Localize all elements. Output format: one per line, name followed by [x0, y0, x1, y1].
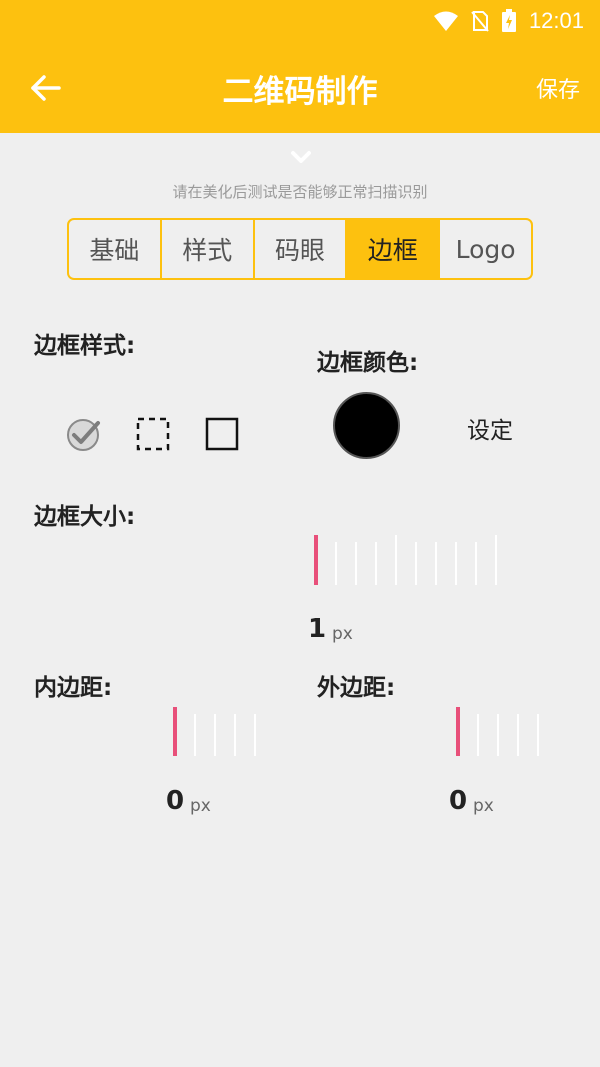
border-size-ruler[interactable] [312, 532, 508, 588]
margin-value: 0 [449, 786, 468, 816]
set-color-button[interactable]: 设定 [467, 411, 513, 445]
margin-ruler[interactable] [454, 704, 550, 758]
app-bar: 12:01 二维码制作 保存 [0, 0, 600, 133]
no-sim-icon [471, 11, 489, 32]
status-bar: 12:01 [0, 0, 600, 42]
tab-bar: 基础 样式 码眼 边框 Logo [67, 218, 533, 280]
border-style-solid-icon[interactable] [205, 417, 239, 451]
tab-eye[interactable]: 码眼 [255, 220, 348, 278]
border-size-value: 1 [308, 614, 327, 644]
border-size-unit: px [332, 624, 353, 644]
wifi-icon [433, 11, 458, 31]
battery-charging-icon [501, 9, 516, 32]
margin-unit: px [473, 796, 494, 816]
save-button[interactable]: 保存 [536, 72, 580, 104]
page-title: 二维码制作 [222, 74, 378, 110]
status-time: 12:01 [528, 8, 584, 33]
scan-hint: 请在美化后测试是否能够正常扫描识别 [172, 183, 428, 201]
border-style-dashed-icon[interactable] [136, 417, 170, 451]
padding-value: 0 [166, 786, 185, 816]
border-color-swatch[interactable] [333, 392, 400, 459]
tab-basic[interactable]: 基础 [69, 220, 162, 278]
tab-style[interactable]: 样式 [162, 220, 255, 278]
padding-unit: px [190, 796, 211, 816]
padding-ruler[interactable] [171, 704, 267, 758]
tab-logo[interactable]: Logo [440, 220, 531, 278]
border-size-label: 边框大小: [34, 504, 136, 530]
padding-label: 内边距: [34, 675, 113, 701]
chevron-down-icon[interactable] [289, 148, 313, 166]
border-color-label: 边框颜色: [317, 350, 419, 376]
border-style-label: 边框样式: [34, 333, 136, 359]
border-style-none-checked-icon[interactable] [66, 416, 102, 452]
margin-label: 外边距: [317, 675, 396, 701]
tab-border[interactable]: 边框 [347, 220, 441, 278]
